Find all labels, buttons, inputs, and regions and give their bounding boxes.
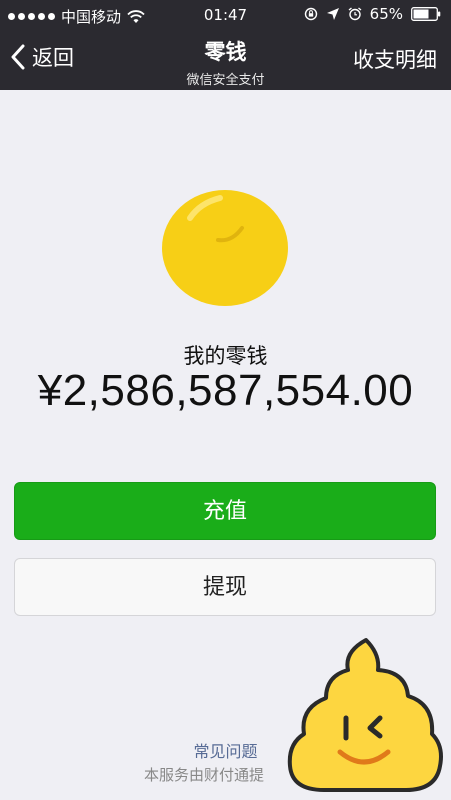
- nav-bar: 返回 零钱 微信安全支付 收支明细: [0, 30, 451, 90]
- status-bar: 中国移动 01:47 65%: [0, 0, 451, 30]
- status-right: 65%: [304, 5, 441, 23]
- balance-amount: ¥2,586,587,554.00: [37, 366, 414, 415]
- lock-rotation-icon: [304, 7, 317, 21]
- battery-icon: [411, 7, 441, 21]
- top-bar: 中国移动 01:47 65% 返回 零钱 微信安全支付 收支明细: [0, 0, 451, 90]
- withdraw-button[interactable]: 提现: [14, 558, 436, 616]
- alarm-icon: [348, 7, 362, 21]
- recharge-button[interactable]: 充值: [14, 482, 436, 540]
- location-arrow-icon: [326, 8, 339, 20]
- battery-percent: 65%: [369, 5, 403, 23]
- service-provider-text: 本服务由财付通提: [144, 766, 265, 784]
- coin-icon: [162, 190, 288, 306]
- transaction-history-link[interactable]: 收支明细: [353, 44, 437, 74]
- emoji-sticker-icon: [287, 638, 443, 792]
